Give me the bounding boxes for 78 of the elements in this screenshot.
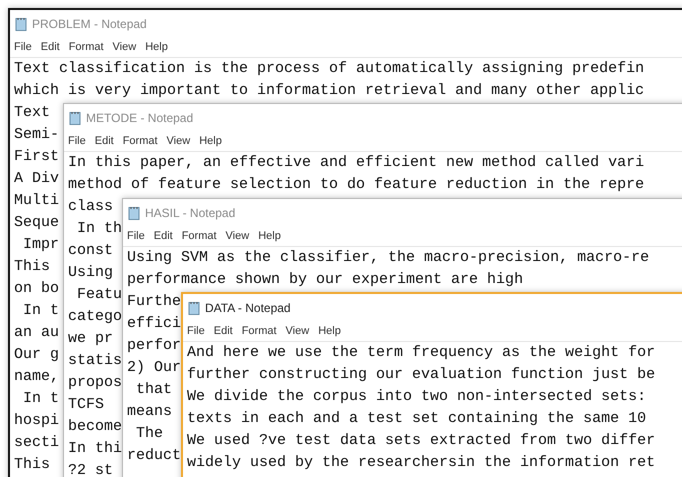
menu-item[interactable]: File [187,325,205,337]
text-line: method of feature selection to do feature reduction in the repre [68,175,644,195]
menu-item[interactable]: File [127,230,145,242]
window-title: METODE - Notepad [86,110,194,124]
menu-item[interactable]: Help [258,230,281,242]
notepad-icon [69,110,81,124]
text-line: Featu [76,285,122,305]
text-line: First [14,147,60,167]
window-title: PROBLEM - Notepad [32,16,147,30]
text-line: A Div [14,169,60,189]
text-line: Using [68,263,114,283]
text-line: The [135,424,164,444]
notepad-icon [188,300,200,314]
notepad-icon [15,16,27,30]
text-line: Seque [14,213,60,233]
text-line: We used ?ve test data sets extracted from two differ [187,431,656,451]
text-line: Furthe [127,292,182,312]
text-line: statis [68,351,122,371]
menu-item[interactable]: View [112,41,136,53]
text-line: This [14,455,50,475]
text-line: further constructing our evaluation function just be [187,365,656,385]
menu-item[interactable]: View [226,230,250,242]
menu-item[interactable]: Format [182,230,217,242]
text-line: TCFS [68,395,104,415]
text-line: catego [68,307,122,327]
menu-item[interactable]: View [166,135,190,147]
text-line: In th [76,219,122,239]
text-line: an au [14,323,60,343]
text-line: Impr [22,235,60,255]
notepad-icon [128,206,140,220]
text-line: 2) Our [127,358,182,378]
text-line: Multi [14,191,60,211]
text-line: class [68,197,114,217]
text-line: Semi- [14,125,60,145]
menu-item[interactable]: View [286,325,310,337]
menu-item[interactable]: Format [122,135,158,147]
text-line: In t [22,389,60,409]
text-line: hospi [14,411,60,431]
text-line: const [68,241,114,261]
text-line: performance shown by our experiment are high [127,270,524,290]
menu-item[interactable]: Help [199,135,222,147]
menu-item[interactable]: Edit [154,230,173,242]
text-line: Text [14,103,50,123]
menu-item[interactable]: File [14,41,32,53]
text-line: means [127,402,172,422]
text-line: perfor [127,336,182,356]
text-line: reduct [127,446,182,466]
text-line: name, [14,367,60,387]
text-line: effici [127,314,182,334]
text-line: become [68,417,122,437]
text-line: which is very important to information retrieval and many other applic [14,81,644,101]
menu-item[interactable]: Edit [40,41,60,53]
text-line: We divide the corpus into two non-intersected sets: [187,387,646,407]
menu-item[interactable]: Format [68,41,104,53]
text-line: on bo [14,279,60,299]
menu-item[interactable]: Help [145,41,168,53]
window-title: DATA - Notepad [205,300,291,314]
text-line: Our g [14,345,60,365]
text-line: widely used by the researchersin the information ret [187,453,656,473]
text-line: In thi [68,439,122,459]
text-line: texts in each and a test set containing the same 10 [187,409,646,429]
text-line: propos [68,373,122,393]
text-line: Text classification is the process of automatically assigning predefin [14,59,644,79]
text-line: that [135,380,172,400]
text-line: we pr [68,329,114,349]
menu-item[interactable]: Help [318,325,341,337]
text-line: secti [14,433,60,453]
text-line: In this paper, an effective and efficient new method called vari [68,153,644,173]
text-line: And here we use the term frequency as the weight for [187,343,656,363]
menu-item[interactable]: Edit [94,135,114,147]
text-line: This [14,257,50,277]
text-line: Using SVM as the classifier, the macro-precision, macro-re [127,248,650,268]
text-line: ?2 st [68,461,114,477]
menu-item[interactable]: Edit [214,325,233,337]
window-title: HASIL - Notepad [145,206,236,220]
menu-item[interactable]: File [68,135,86,147]
text-line: In t [22,301,60,321]
menu-item[interactable]: Format [242,325,277,337]
